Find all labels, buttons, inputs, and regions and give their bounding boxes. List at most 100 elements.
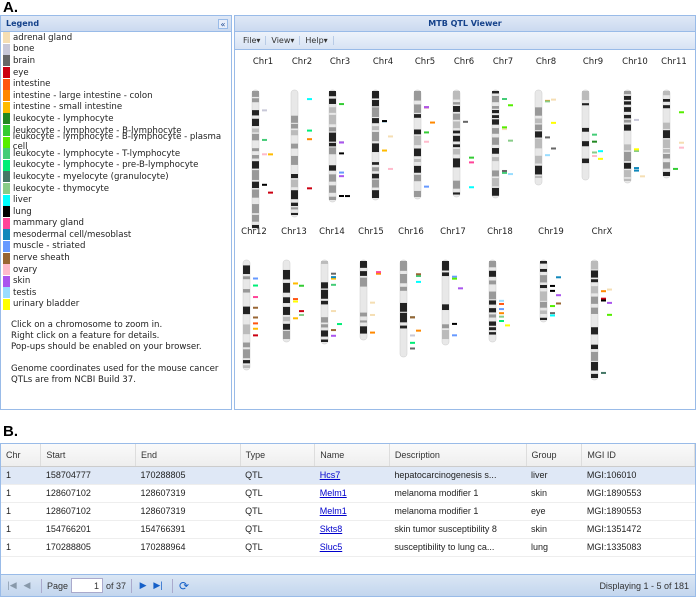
- first-page-icon[interactable]: |◀: [6, 580, 18, 591]
- chromosome-chr5[interactable]: Chr5: [413, 57, 435, 200]
- chromosome-chr15[interactable]: Chr15: [358, 227, 384, 341]
- qtl-feature[interactable]: [502, 128, 507, 131]
- table-row[interactable]: 1 154766201 154766391 QTL Skts8 skin tumor su…: [1, 520, 695, 539]
- qtl-feature[interactable]: [551, 147, 556, 150]
- qtl-feature[interactable]: [268, 153, 273, 156]
- qtl-feature[interactable]: [253, 296, 258, 299]
- qtl-feature[interactable]: [551, 121, 556, 124]
- qtl-feature[interactable]: [601, 297, 606, 300]
- qtl-feature[interactable]: [499, 312, 504, 315]
- qtl-feature[interactable]: [458, 287, 463, 290]
- qtl-feature[interactable]: [601, 299, 606, 302]
- qtl-feature[interactable]: [598, 157, 603, 160]
- qtl-feature[interactable]: [607, 288, 612, 291]
- qtl-feature[interactable]: [424, 140, 429, 143]
- qtl-feature[interactable]: [499, 302, 504, 305]
- column-header[interactable]: Group: [526, 444, 583, 467]
- qtl-feature[interactable]: [508, 104, 513, 107]
- qtl-feature[interactable]: [601, 290, 606, 293]
- qtl-feature[interactable]: [607, 313, 612, 316]
- qtl-feature[interactable]: [592, 133, 597, 136]
- table-row[interactable]: 1 128607102 128607319 QTL Melm1 melanoma modi…: [1, 502, 695, 521]
- qtl-feature[interactable]: [339, 171, 344, 174]
- qtl-feature[interactable]: [253, 327, 258, 330]
- qtl-feature[interactable]: [262, 138, 267, 141]
- qtl-feature[interactable]: [679, 111, 684, 114]
- chromosome-chr10[interactable]: Chr10: [622, 57, 648, 184]
- qtl-feature[interactable]: [452, 334, 457, 337]
- qtl-feature[interactable]: [339, 152, 344, 155]
- qtl-feature[interactable]: [331, 283, 336, 286]
- qtl-feature[interactable]: [307, 138, 312, 141]
- qtl-feature[interactable]: [331, 329, 336, 332]
- chromosome-chr16[interactable]: Chr16: [398, 227, 424, 358]
- qtl-feature[interactable]: [416, 280, 421, 283]
- qtl-feature[interactable]: [679, 146, 684, 149]
- qtl-feature[interactable]: [634, 148, 639, 151]
- qtl-feature[interactable]: [388, 135, 393, 138]
- chromosome-chr4[interactable]: Chr4: [371, 57, 393, 201]
- qtl-feature[interactable]: [634, 118, 639, 121]
- qtl-feature[interactable]: [508, 139, 513, 142]
- table-row[interactable]: 1 158704777 170288805 QTL Hcs7 hepatocarcinog…: [1, 466, 695, 485]
- qtl-feature[interactable]: [307, 187, 312, 190]
- qtl-feature[interactable]: [502, 169, 507, 172]
- qtl-feature[interactable]: [293, 298, 298, 301]
- qtl-feature[interactable]: [376, 271, 381, 274]
- qtl-feature[interactable]: [452, 275, 457, 278]
- qtl-feature[interactable]: [499, 308, 504, 311]
- qtl-feature[interactable]: [299, 310, 304, 313]
- qtl-feature[interactable]: [331, 276, 336, 279]
- qtl-feature[interactable]: [293, 300, 298, 303]
- next-page-icon[interactable]: ▶: [137, 580, 149, 591]
- chromosome-chr7[interactable]: Chr7: [491, 57, 513, 199]
- chromosome-chr11[interactable]: Chr11: [661, 57, 687, 179]
- chromosome-chr12[interactable]: Chr12: [241, 227, 267, 371]
- table-row[interactable]: 1 128607102 128607319 QTL Melm1 melanoma modi…: [1, 484, 695, 503]
- qtl-feature[interactable]: [299, 284, 304, 287]
- qtl-feature[interactable]: [307, 129, 312, 132]
- qtl-feature[interactable]: [556, 294, 561, 297]
- chromosome-chr2[interactable]: Chr2: [290, 57, 312, 218]
- qtl-feature[interactable]: [424, 106, 429, 109]
- qtl-feature[interactable]: [502, 98, 507, 101]
- qtl-feature[interactable]: [262, 109, 267, 112]
- qtl-feature[interactable]: [592, 151, 597, 154]
- qtl-feature[interactable]: [556, 276, 561, 279]
- qtl-feature[interactable]: [262, 183, 267, 186]
- qtl-feature[interactable]: [607, 301, 612, 304]
- qtl-feature[interactable]: [331, 272, 336, 275]
- chromosome-chr1[interactable]: Chr1: [251, 57, 273, 231]
- qtl-feature[interactable]: [345, 195, 350, 198]
- qtl-feature[interactable]: [469, 186, 474, 189]
- column-header[interactable]: Chr: [1, 444, 42, 467]
- qtl-feature[interactable]: [253, 322, 258, 325]
- menu-view[interactable]: View▾: [266, 36, 301, 45]
- qtl-feature[interactable]: [382, 120, 387, 123]
- qtl-feature[interactable]: [410, 347, 415, 350]
- qtl-feature[interactable]: [370, 331, 375, 334]
- qtl-feature[interactable]: [337, 323, 342, 326]
- qtl-feature[interactable]: [452, 322, 457, 325]
- chromosome-ideogram-view[interactable]: Chr1 Chr2 Chr3 Chr4 Chr5 Chr6 Chr7 Chr8 Chr9 Chr1…: [235, 52, 695, 409]
- qtl-feature[interactable]: [382, 149, 387, 152]
- qtl-name-link[interactable]: Skts8: [320, 524, 343, 534]
- qtl-feature[interactable]: [550, 284, 555, 287]
- qtl-feature[interactable]: [640, 175, 645, 178]
- column-header[interactable]: Name: [314, 444, 390, 467]
- qtl-feature[interactable]: [410, 316, 415, 319]
- qtl-feature[interactable]: [416, 273, 421, 276]
- column-header[interactable]: MGI ID: [581, 444, 695, 467]
- qtl-feature[interactable]: [499, 299, 504, 302]
- chromosome-chr3[interactable]: Chr3: [328, 57, 350, 203]
- chromosome-chr13[interactable]: Chr13: [281, 227, 307, 343]
- last-page-icon[interactable]: ▶|: [152, 580, 164, 591]
- collapse-icon[interactable]: «: [218, 19, 228, 29]
- qtl-feature[interactable]: [551, 98, 556, 101]
- qtl-feature[interactable]: [550, 312, 555, 315]
- qtl-feature[interactable]: [550, 314, 555, 317]
- chromosome-chr8[interactable]: Chr8: [534, 57, 556, 186]
- column-header[interactable]: Start: [40, 444, 136, 467]
- qtl-feature[interactable]: [253, 284, 258, 287]
- qtl-feature[interactable]: [253, 334, 258, 337]
